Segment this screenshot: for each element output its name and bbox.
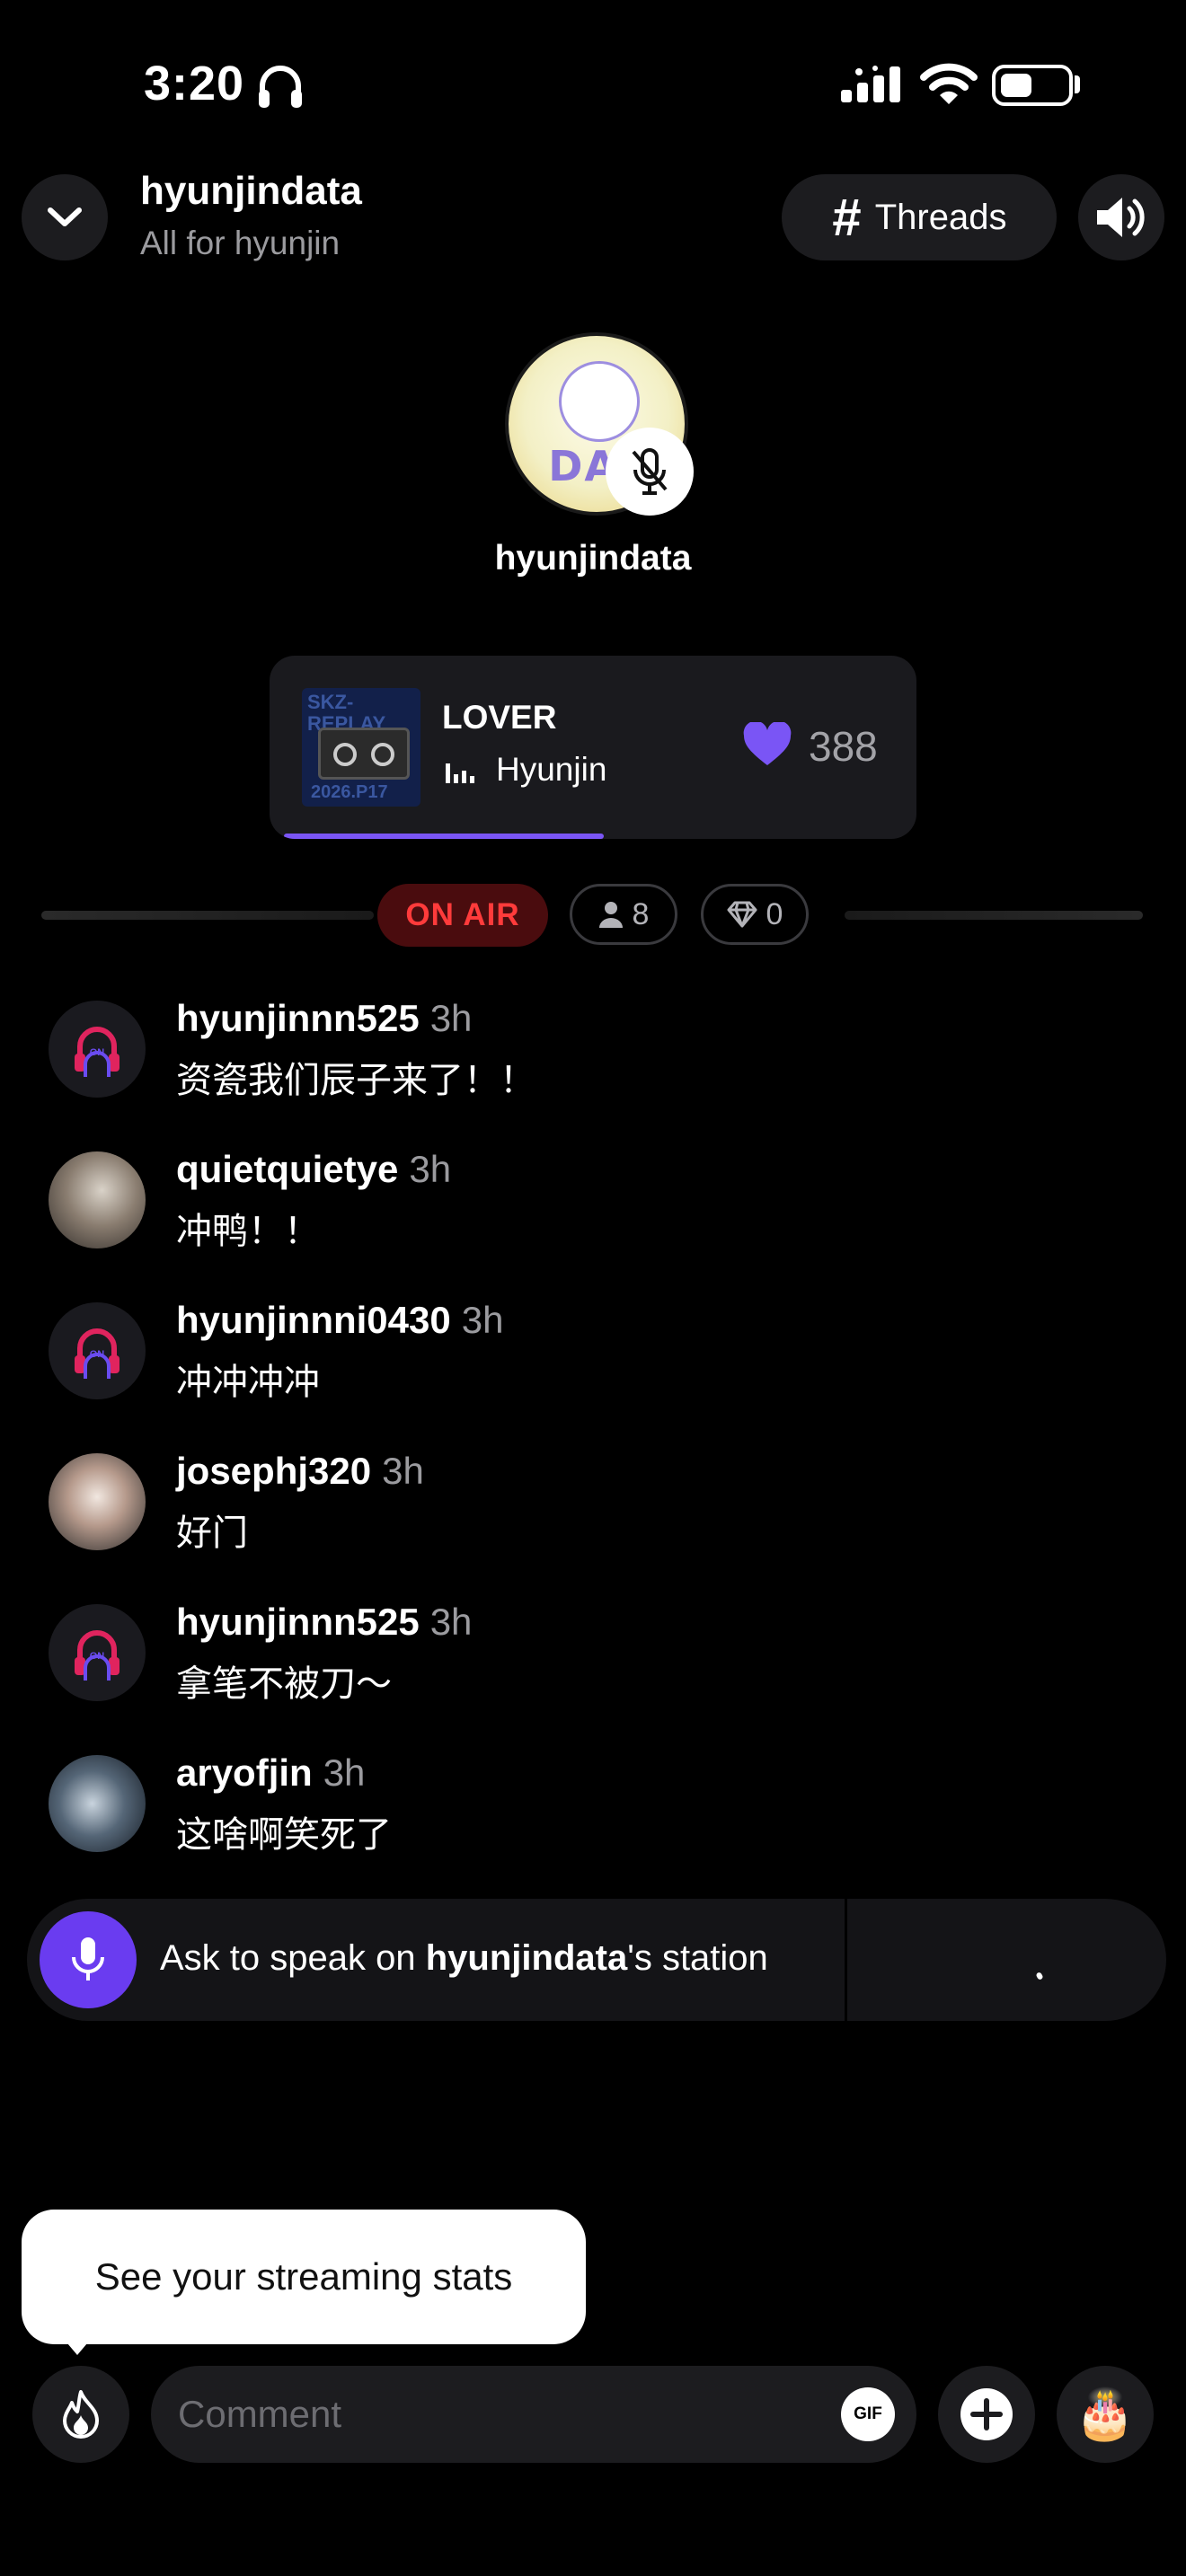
station-title: hyunjindata <box>140 169 362 213</box>
comment-text: 冲冲冲冲 <box>176 1362 320 1403</box>
plus-circle-icon <box>960 2388 1013 2440</box>
comment-item[interactable]: ON hyunjinnn525 3h 资瓷我们辰子来了！！ <box>49 997 1127 1117</box>
speaker-icon <box>1097 198 1145 237</box>
comment-timestamp: 3h <box>382 1450 424 1492</box>
equalizer-icon <box>446 763 474 783</box>
divider <box>41 911 374 920</box>
streaming-stats-tooltip[interactable]: See your streaming stats <box>22 2210 586 2344</box>
divider <box>845 911 1143 920</box>
listener-count: 8 <box>632 896 650 931</box>
ask-to-speak-button[interactable] <box>40 1911 137 2008</box>
ask-to-speak-text[interactable]: Ask to speak on hyunjindata's station <box>160 1938 768 1979</box>
comment-header: hyunjinnn525 3h <box>176 997 472 1040</box>
comment-header: hyunjinnni0430 3h <box>176 1299 503 1342</box>
comment-text: 资瓷我们辰子来了！！ <box>176 1060 535 1101</box>
streaming-stats-button[interactable] <box>32 2366 129 2463</box>
headphones-icon <box>259 66 302 108</box>
heart-icon[interactable] <box>742 722 792 767</box>
comment-item[interactable]: aryofjin 3h 这啥啊笑死了 <box>49 1751 1127 1872</box>
comment-text: 冲鸭！！ <box>176 1211 320 1252</box>
comment-item[interactable]: ON hyunjinnn525 3h 拿笔不被刀～ <box>49 1601 1127 1721</box>
collapse-button[interactable] <box>22 174 108 260</box>
divider <box>845 1899 847 2021</box>
threads-button[interactable]: # Threads <box>782 174 1057 260</box>
comment-timestamp: 3h <box>429 1601 473 1643</box>
comment-text: 拿笔不被刀～ <box>176 1663 392 1705</box>
comment-timestamp: 3h <box>323 1751 366 1794</box>
comment-header: hyunjinnn525 3h <box>176 1601 472 1644</box>
commenter-username[interactable]: josephj320 <box>176 1450 371 1492</box>
host-name: hyunjindata <box>494 539 692 578</box>
tooltip-tail <box>58 2332 97 2355</box>
commenter-avatar[interactable]: ON <box>49 1302 146 1399</box>
battery-icon <box>992 65 1073 106</box>
comment-timestamp: 3h <box>429 997 473 1039</box>
commenter-avatar[interactable]: ON <box>49 1001 146 1098</box>
comment-timestamp: 3h <box>461 1299 504 1341</box>
person-icon <box>598 902 623 928</box>
album-cover: SKZ-REPLAY 2026.P17 <box>302 688 420 807</box>
station-subtitle: All for hyunjin <box>140 225 341 261</box>
station-logo-icon: ON <box>75 1027 119 1077</box>
commenter-avatar[interactable] <box>49 1755 146 1852</box>
diamond-icon <box>727 901 757 928</box>
commenter-username[interactable]: aryofjin <box>176 1751 313 1794</box>
muted-mic-badge <box>606 428 694 516</box>
song-progress-fill <box>284 834 604 839</box>
cake-icon: 🎂 <box>1075 2386 1136 2442</box>
threads-label: Threads <box>874 197 1007 237</box>
sound-button[interactable] <box>1078 174 1164 260</box>
gif-button[interactable]: GIF <box>841 2387 895 2441</box>
flame-icon <box>63 2390 99 2439</box>
comment-text: 这啥啊笑死了 <box>176 1814 392 1856</box>
commenter-avatar[interactable] <box>49 1151 146 1248</box>
wifi-icon <box>920 63 978 104</box>
comment-input[interactable]: Comment <box>151 2366 916 2463</box>
comment-header: quietquietye 3h <box>176 1148 451 1191</box>
comment-item[interactable]: quietquietye 3h 冲鸭！！ <box>49 1148 1127 1268</box>
mic-off-icon <box>632 448 668 495</box>
now-playing-card[interactable]: SKZ-REPLAY 2026.P17 LOVER Hyunjin 388 <box>270 656 916 839</box>
like-count: 388 <box>809 723 878 770</box>
cellular-signal-icon <box>841 66 900 102</box>
listener-count-pill[interactable]: 8 <box>570 884 677 945</box>
battery-tip <box>1075 75 1080 93</box>
ask-prefix: Ask to speak on <box>160 1938 426 1978</box>
svg-text:ON: ON <box>90 1651 105 1662</box>
microphone-icon <box>72 1937 104 1981</box>
status-time: 3:20 <box>144 57 245 110</box>
station-logo-icon: ON <box>75 1328 119 1379</box>
hashtag-icon: # <box>831 188 861 247</box>
bear-mascot-graphic <box>559 361 640 442</box>
song-progress-track <box>270 834 916 839</box>
ask-station: hyunjindata <box>425 1938 628 1978</box>
add-button[interactable] <box>938 2366 1035 2463</box>
commenter-avatar[interactable]: ON <box>49 1604 146 1701</box>
comment-item[interactable]: ON hyunjinnni0430 3h 冲冲冲冲 <box>49 1299 1127 1419</box>
song-artist: Hyunjin <box>496 751 607 788</box>
comment-text: 好门 <box>176 1513 248 1554</box>
gem-count: 0 <box>766 896 783 931</box>
commenter-username[interactable]: quietquietye <box>176 1148 398 1190</box>
ask-suffix: 's station <box>627 1938 768 1978</box>
station-logo-icon: ON <box>75 1630 119 1681</box>
commenter-username[interactable]: hyunjinnn525 <box>176 997 420 1039</box>
comment-timestamp: 3h <box>409 1148 452 1190</box>
cassette-graphic <box>318 728 410 780</box>
song-title: LOVER <box>442 699 557 736</box>
commenter-username[interactable]: hyunjinnn525 <box>176 1601 420 1643</box>
birthday-cake-button[interactable]: 🎂 <box>1057 2366 1154 2463</box>
svg-text:ON: ON <box>90 1047 105 1058</box>
gem-count-pill[interactable]: 0 <box>701 884 809 945</box>
commenter-avatar[interactable] <box>49 1453 146 1550</box>
comment-item[interactable]: josephj320 3h 好门 <box>49 1450 1127 1570</box>
commenter-username[interactable]: hyunjinnni0430 <box>176 1299 451 1341</box>
on-air-badge: ON AIR <box>377 884 548 947</box>
cover-text-bottom: 2026.P17 <box>311 782 388 802</box>
comment-header: aryofjin 3h <box>176 1751 365 1795</box>
chevron-down-icon <box>48 207 82 226</box>
comment-header: josephj320 3h <box>176 1450 424 1493</box>
svg-text:ON: ON <box>90 1349 105 1360</box>
